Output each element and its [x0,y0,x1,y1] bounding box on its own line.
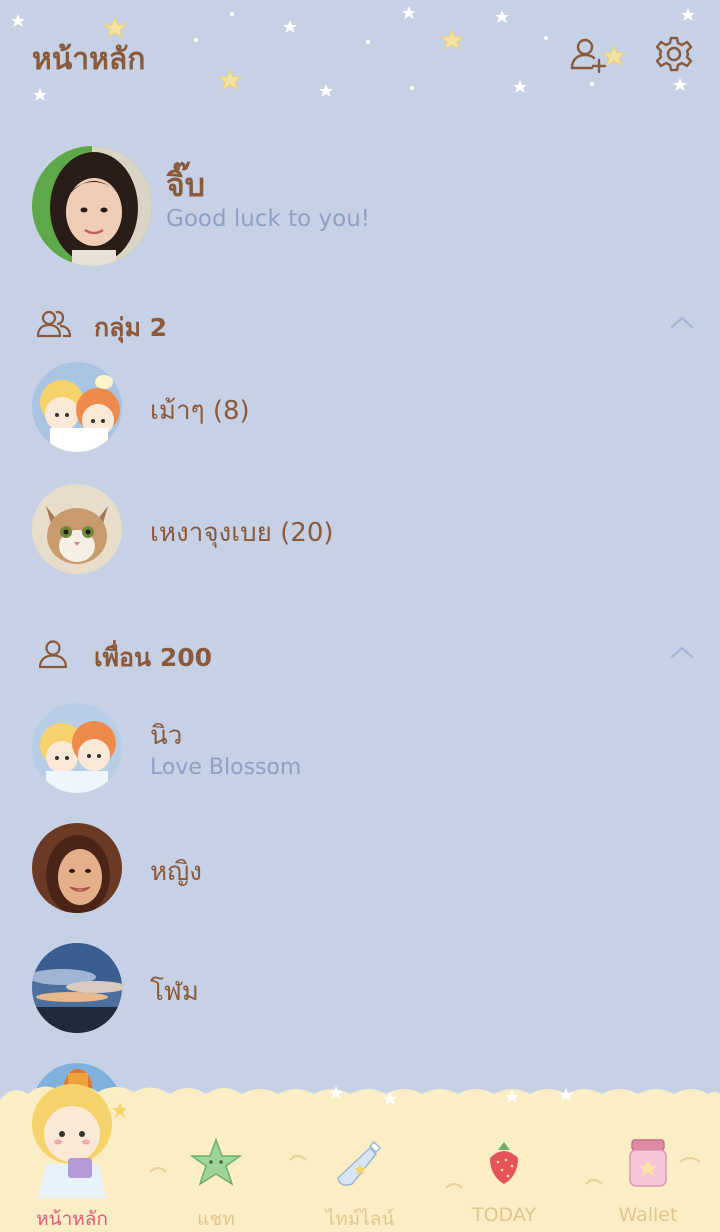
bottom-tab-bar: หน้าหลัก แชท ไทม์ไลน์ TODAY Wallet [0,1080,720,1232]
group-row[interactable]: เม้าๆ (8) [32,362,692,454]
friend-name: โฬม [150,977,199,1007]
friend-row[interactable]: นิว Love Blossom [32,703,692,795]
chevron-up-icon[interactable] [668,312,696,332]
group-avatar [32,484,122,574]
chat-star-icon [186,1134,246,1194]
tab-timeline[interactable]: ไทม์ไลน์ [288,1080,432,1232]
tab-chat[interactable]: แชท [144,1080,288,1232]
groups-section-label: กลุ่ม 2 [94,313,168,342]
groups-section-header[interactable]: กลุ่ม 2 [36,304,696,344]
tab-wallet[interactable]: Wallet [576,1080,720,1232]
tab-home-label: หน้าหลัก [36,1208,108,1230]
group-name: เม้าๆ (8) [150,396,250,426]
friend-avatar [32,703,122,793]
person-icon [36,638,72,670]
timeline-candy-icon [330,1134,390,1194]
group-icon [36,308,72,340]
profile-avatar[interactable] [32,146,152,266]
strawberry-icon [474,1134,534,1194]
friend-avatar [32,823,122,913]
page-title: หน้าหลัก [32,42,146,77]
gear-icon[interactable] [654,34,694,74]
friend-name: หญิง [150,857,202,887]
tab-today-label: TODAY [472,1204,536,1226]
friend-status-message: Love Blossom [150,755,302,780]
tab-timeline-label: ไทม์ไลน์ [325,1208,395,1230]
group-name: เหงาจุงเบย (20) [150,518,334,548]
header: หน้าหลัก [0,0,720,110]
tab-home[interactable]: หน้าหลัก [0,1080,144,1232]
add-friend-icon[interactable] [568,34,608,74]
tab-chat-label: แชท [197,1208,235,1230]
friend-avatar [32,943,122,1033]
home-character-icon [16,1080,128,1204]
profile-status-message: Good luck to you! [166,206,371,232]
friend-row[interactable]: หญิง [32,823,692,915]
tab-today[interactable]: TODAY [432,1080,576,1232]
group-row[interactable]: เหงาจุงเบย (20) [32,484,692,576]
friends-section-header[interactable]: เพื่อน 200 [36,634,696,674]
friend-row[interactable]: โฬม [32,943,692,1035]
group-avatar [32,362,122,452]
friend-name: นิว [150,721,183,751]
chevron-up-icon[interactable] [668,642,696,662]
friends-section-label: เพื่อน 200 [94,643,213,672]
tab-wallet-label: Wallet [618,1204,678,1226]
profile-name: จิ๊บ [166,166,206,204]
my-profile[interactable]: จิ๊บ Good luck to you! [32,146,692,266]
jam-jar-icon [618,1134,678,1194]
